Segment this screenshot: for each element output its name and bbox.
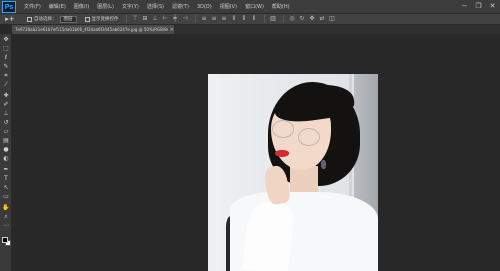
distribute-top-icon[interactable]: ≡ [200,15,209,23]
move-tool-preset-picker[interactable]: ▸+ [3,15,17,24]
3d-slide-icon[interactable]: ⇄ [318,15,327,23]
close-button[interactable]: ✕ [488,2,497,11]
distribute-bottom-icon[interactable]: ≡ [220,15,229,23]
more-tools-icon[interactable]: ⋯ [2,222,10,229]
show-transform-label: 显示变换控件 [91,17,119,22]
quick-select-tool-icon[interactable]: ✎ [2,63,10,70]
history-brush-tool-icon[interactable]: ↺ [2,119,10,126]
divider [125,15,127,23]
align-hcenter-icon[interactable]: ╪ [171,15,180,23]
photo-lips [275,150,289,157]
divider [263,15,265,23]
crop-tool-icon[interactable]: ⌗ [2,72,10,79]
document-tab[interactable]: 7e9728ab21e61b7ef115da01b06_4f24aa6f3445… [12,25,174,34]
document-image[interactable] [208,74,378,271]
eyedropper-tool-icon[interactable]: ⁄ [2,81,10,88]
distribute-hcenter-icon[interactable]: ⦀ [240,15,249,23]
photo-glasses [272,120,294,138]
menu-edit[interactable]: 编辑(E) [45,0,70,14]
3d-drag-icon[interactable]: ✥ [308,15,317,23]
align-vcenter-icon[interactable]: ⊞ [141,15,150,23]
foreground-color-swatch[interactable] [2,237,8,243]
menu-image[interactable]: 图像(I) [70,0,93,14]
menu-bar: Ps 文件(F) 编辑(E) 图像(I) 图层(L) 文字(Y) 选择(S) 滤… [0,0,500,14]
distribute-left-icon[interactable]: ⦀ [230,15,239,23]
marquee-tool-icon[interactable]: ⬚ [2,45,10,52]
menu-window[interactable]: 窗口(W) [241,0,268,14]
auto-select-dropdown[interactable]: 图层 [59,15,77,23]
align-bottom-icon[interactable]: ⊥ [151,15,160,23]
dodge-tool-icon[interactable]: ◐ [2,155,10,162]
restore-button[interactable]: ❐ [474,2,483,11]
photoshop-logo[interactable]: Ps [2,0,16,13]
healing-brush-tool-icon[interactable]: ✚ [2,92,10,99]
divider [194,15,196,23]
menu-layer[interactable]: 图层(L) [93,0,118,14]
distribute-right-icon[interactable]: ⦀ [250,15,259,23]
brush-tool-icon[interactable]: ✐ [2,101,10,108]
zoom-tool-icon[interactable]: ⌕ [2,213,10,220]
lasso-tool-icon[interactable]: ℓ [2,54,10,61]
gradient-tool-icon[interactable]: ▤ [2,137,10,144]
menu-type[interactable]: 文字(Y) [118,0,143,14]
menu-filter[interactable]: 滤镜(T) [168,0,193,14]
move-tool-icon[interactable]: ✥ [2,36,10,43]
document-tab-bar: 7e9728ab21e61b7ef115da01b06_4f24aa6f3445… [12,25,500,34]
show-transform-checkbox[interactable] [84,16,90,22]
blur-tool-icon[interactable]: ● [2,146,10,153]
canvas-area[interactable] [13,34,500,271]
auto-select-checkbox[interactable] [27,16,32,22]
pen-tool-icon[interactable]: ✒ [2,166,10,173]
eraser-tool-icon[interactable]: ▱ [2,128,10,135]
hand-tool-icon[interactable]: ✋ [2,204,10,211]
align-right-icon[interactable]: ⊣ [181,15,190,23]
menu-file[interactable]: 文件(F) [20,0,45,14]
window-controls: − ❐ ✕ [460,2,497,11]
distribute-vcenter-icon[interactable]: ≡ [210,15,219,23]
auto-select-label: 自动选择： [34,17,57,22]
options-bar: ▸+ 自动选择： 图层 显示变换控件 ⊤ ⊞ ⊥ ⊢ ╪ ⊣ ≡ ≡ ≡ ⦀ ⦀… [0,14,500,25]
menu-help[interactable]: 帮助(H) [268,0,294,14]
menu-view[interactable]: 视图(V) [216,0,241,14]
3d-scale-icon[interactable]: ◫ [328,15,337,23]
clone-stamp-tool-icon[interactable]: ⊥ [2,110,10,117]
3d-roll-icon[interactable]: ↻ [298,15,307,23]
divider [282,15,284,23]
3d-orbit-icon[interactable]: ◎ [288,15,297,23]
minimize-button[interactable]: − [460,2,469,11]
photo-earring [321,160,326,169]
path-selection-tool-icon[interactable]: ↖ [2,184,10,191]
tools-panel: ✥ ⬚ ℓ ✎ ⌗ ⁄ ✚ ✐ ⊥ ↺ ▱ ▤ ● ◐ ✒ T ↖ ▭ ✋ ⌕ … [0,34,12,271]
align-left-icon[interactable]: ⊢ [161,15,170,23]
document-tab-label: 7e9728ab21e61b7ef115da01b06_4f24aa6f3445… [15,27,168,32]
rectangle-tool-icon[interactable]: ▭ [2,193,10,200]
photo-glasses [298,128,320,146]
menu-select[interactable]: 选择(S) [143,0,168,14]
close-icon[interactable]: × [170,27,174,33]
auto-align-icon[interactable]: ▥ [269,15,278,23]
menu-3d[interactable]: 3D(D) [193,0,216,14]
align-top-icon[interactable]: ⊤ [131,15,140,23]
type-tool-icon[interactable]: T [2,175,10,182]
